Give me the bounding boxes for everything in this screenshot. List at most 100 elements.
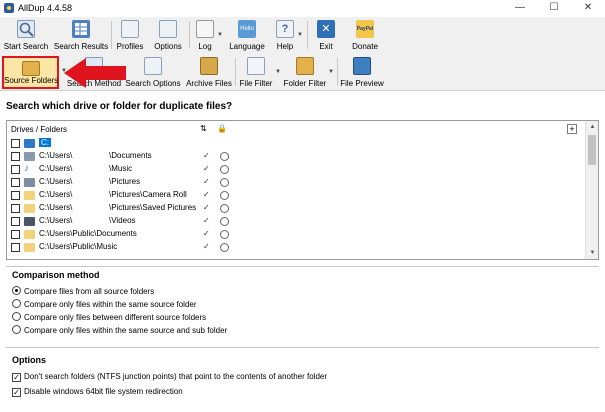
row-checkbox[interactable] bbox=[11, 204, 20, 213]
page-heading: Search which drive or folder for duplica… bbox=[6, 101, 233, 112]
tree-row-saved-pictures[interactable]: C:\Users\ \Pictures\Saved Pictures ✓ bbox=[11, 202, 581, 215]
app-icon bbox=[4, 3, 14, 13]
music-note-icon: ♪ bbox=[24, 163, 29, 174]
help-icon: ? bbox=[276, 20, 294, 38]
donate-button[interactable]: PayPal Donate bbox=[348, 17, 382, 54]
log-dropdown-arrow[interactable]: ▼ bbox=[217, 32, 223, 38]
folder-icon bbox=[24, 191, 35, 200]
title-bar: AllDup 4.4.58 — ☐ ✕ bbox=[0, 0, 605, 17]
archive-files-button[interactable]: Archive Files bbox=[184, 54, 234, 91]
paypal-icon: PayPal bbox=[356, 20, 374, 38]
close-button[interactable]: ✕ bbox=[571, 0, 605, 17]
lock-radio[interactable] bbox=[220, 178, 229, 187]
checkbox-checked[interactable]: ✓ bbox=[12, 373, 21, 382]
profiles-icon bbox=[121, 20, 139, 38]
help-button[interactable]: ? Help bbox=[272, 17, 298, 54]
file-preview-icon bbox=[353, 57, 371, 75]
tree-row-music[interactable]: ♪ C:\Users\ \Music ✓ bbox=[11, 163, 581, 176]
subfolders-check-icon[interactable]: ✓ bbox=[203, 229, 210, 238]
search-options-button[interactable]: Search Options bbox=[124, 54, 182, 91]
tree-row-documents[interactable]: C:\Users\ \Documents ✓ bbox=[11, 150, 581, 163]
radio-unselected[interactable] bbox=[12, 325, 21, 334]
options-title: Options bbox=[12, 355, 46, 365]
lock-radio[interactable] bbox=[220, 204, 229, 213]
documents-folder-icon bbox=[24, 152, 35, 161]
options-icon bbox=[159, 20, 177, 38]
results-grid-icon bbox=[72, 20, 90, 38]
compare-same-source-and-sub-folder-radio[interactable]: Compare only files within the same sourc… bbox=[12, 325, 227, 337]
toolbar-separator bbox=[111, 21, 112, 49]
scroll-up-arrow[interactable]: ▲ bbox=[586, 121, 599, 133]
drives-folders-column-header: Drives / Folders bbox=[11, 125, 68, 134]
subfolders-check-icon[interactable]: ✓ bbox=[203, 242, 210, 251]
lock-radio[interactable] bbox=[220, 243, 229, 252]
radio-selected[interactable] bbox=[12, 286, 21, 295]
source-folders-icon bbox=[22, 61, 40, 76]
radio-unselected[interactable] bbox=[12, 312, 21, 321]
tree-row-camera-roll[interactable]: C:\Users\ \Pictures\Camera Roll ✓ bbox=[11, 189, 581, 202]
compare-all-source-folders-radio[interactable]: Compare files from all source folders bbox=[12, 286, 154, 298]
row-checkbox[interactable] bbox=[11, 139, 20, 148]
row-checkbox[interactable] bbox=[11, 217, 20, 226]
lock-radio[interactable] bbox=[220, 152, 229, 161]
lock-radio[interactable] bbox=[220, 191, 229, 200]
window-title: AllDup 4.4.58 bbox=[18, 3, 73, 13]
compare-same-source-folder-radio[interactable]: Compare only files within the same sourc… bbox=[12, 299, 197, 311]
subfolders-check-icon[interactable]: ✓ bbox=[203, 151, 210, 160]
lock-icon: 🔒 bbox=[217, 124, 227, 133]
tree-row-pictures[interactable]: C:\Users\ \Pictures ✓ bbox=[11, 176, 581, 189]
search-results-button[interactable]: Search Results bbox=[53, 17, 109, 54]
row-checkbox[interactable] bbox=[11, 178, 20, 187]
language-button[interactable]: Hello Language bbox=[228, 17, 266, 54]
drives-folders-tree[interactable]: Drives / Folders ⇅ 🔒 + C: C:\Users\ \Doc… bbox=[6, 120, 599, 260]
row-checkbox[interactable] bbox=[11, 243, 20, 252]
toolbar-separator bbox=[189, 21, 190, 49]
lock-radio[interactable] bbox=[220, 217, 229, 226]
radio-unselected[interactable] bbox=[12, 299, 21, 308]
lock-radio[interactable] bbox=[220, 165, 229, 174]
skip-junction-points-checkbox[interactable]: ✓ Don't search folders (NTFS junction poi… bbox=[12, 372, 327, 384]
folder-filter-dropdown-arrow[interactable]: ▼ bbox=[328, 69, 334, 75]
expand-all-button[interactable]: + bbox=[567, 124, 577, 134]
tree-row-public-music[interactable]: C:\Users\Public\Music ✓ bbox=[11, 241, 581, 254]
alldup-window: AllDup 4.4.58 — ☐ ✕ Start Search Search … bbox=[0, 0, 605, 412]
minimize-button[interactable]: — bbox=[503, 0, 537, 17]
profiles-button[interactable]: Profiles bbox=[114, 17, 146, 54]
folder-filter-button[interactable]: Folder Filter bbox=[283, 54, 327, 91]
tree-row-drive-c[interactable]: C: bbox=[11, 137, 581, 150]
row-checkbox[interactable] bbox=[11, 165, 20, 174]
subfolders-check-icon[interactable]: ✓ bbox=[203, 177, 210, 186]
language-icon: Hello bbox=[238, 20, 256, 38]
start-search-button[interactable]: Start Search bbox=[2, 17, 50, 54]
file-filter-dropdown-arrow[interactable]: ▼ bbox=[275, 69, 281, 75]
log-button[interactable]: Log bbox=[192, 17, 218, 54]
scroll-thumb[interactable] bbox=[588, 135, 596, 165]
maximize-button[interactable]: ☐ bbox=[537, 0, 571, 17]
tree-scrollbar[interactable]: ▲ ▼ bbox=[585, 121, 598, 259]
section-divider bbox=[6, 347, 599, 348]
file-preview-button[interactable]: File Preview bbox=[340, 54, 384, 91]
row-checkbox[interactable] bbox=[11, 191, 20, 200]
tree-row-videos[interactable]: C:\Users\ \Videos ✓ bbox=[11, 215, 581, 228]
main-toolbar: Start Search Search Results Profiles Opt… bbox=[0, 17, 605, 54]
disable-64bit-redirection-checkbox[interactable]: ✓ Disable windows 64bit file system redir… bbox=[12, 387, 183, 399]
subfolders-check-icon[interactable]: ✓ bbox=[203, 203, 210, 212]
exit-button[interactable]: ✕ Exit bbox=[311, 17, 341, 54]
comparison-method-title: Comparison method bbox=[12, 270, 100, 280]
row-checkbox[interactable] bbox=[11, 152, 20, 161]
help-dropdown-arrow[interactable]: ▼ bbox=[297, 32, 303, 38]
file-filter-button[interactable]: File Filter bbox=[238, 54, 274, 91]
lock-radio[interactable] bbox=[220, 230, 229, 239]
pictures-folder-icon bbox=[24, 178, 35, 187]
subfolders-check-icon[interactable]: ✓ bbox=[203, 216, 210, 225]
compare-different-source-folders-radio[interactable]: Compare only files between different sou… bbox=[12, 312, 206, 324]
row-checkbox[interactable] bbox=[11, 230, 20, 239]
subfolders-check-icon[interactable]: ✓ bbox=[203, 164, 210, 173]
tree-row-public-documents[interactable]: C:\Users\Public\Documents ✓ bbox=[11, 228, 581, 241]
folder-icon bbox=[24, 243, 35, 252]
scroll-down-arrow[interactable]: ▼ bbox=[586, 247, 599, 259]
subfolders-check-icon[interactable]: ✓ bbox=[203, 190, 210, 199]
checkbox-checked[interactable]: ✓ bbox=[12, 388, 21, 397]
options-button[interactable]: Options bbox=[150, 17, 186, 54]
source-folders-button[interactable]: Source Folders bbox=[2, 56, 59, 89]
